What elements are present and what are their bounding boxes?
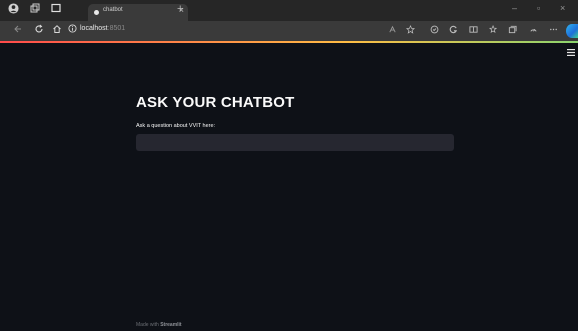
home-icon[interactable] [52, 24, 62, 39]
address-bar-url[interactable]: localhost:8501 [80, 25, 125, 32]
question-label: Ask a question about VVIT here: [136, 123, 216, 129]
read-aloud-icon[interactable] [388, 24, 397, 38]
extension-icon[interactable] [449, 24, 458, 38]
more-icon[interactable] [549, 24, 558, 38]
performance-icon[interactable] [529, 24, 538, 38]
footer-prefix: Made with [136, 322, 161, 328]
question-input[interactable] [136, 134, 454, 151]
workspaces-icon[interactable] [28, 3, 42, 18]
main-menu-icon[interactable] [567, 48, 575, 58]
collections-icon[interactable] [508, 24, 517, 38]
split-screen-icon[interactable] [469, 24, 478, 38]
url-host: localhost [80, 25, 108, 32]
info-icon[interactable] [68, 24, 77, 38]
refresh-icon[interactable] [34, 24, 44, 39]
tab-title: chatbot [103, 7, 123, 13]
app-viewport [0, 43, 578, 331]
browser-toolbar: localhost:8501 [0, 21, 578, 41]
new-tab-button[interactable]: + [177, 3, 183, 15]
active-tab[interactable]: chatbot × [88, 4, 188, 21]
streamlit-link[interactable]: Streamlit [160, 322, 181, 328]
tab-favicon-icon [94, 10, 99, 15]
back-icon[interactable] [13, 24, 23, 39]
tracking-icon[interactable] [430, 24, 439, 38]
browser-title-bar: chatbot × + – ▫ × [0, 0, 578, 21]
window-close-button[interactable]: × [560, 3, 565, 13]
tab-actions-icon[interactable] [49, 3, 63, 18]
footer: Made with Streamlit [136, 322, 182, 328]
page-title: ASK YOUR CHATBOT [136, 94, 295, 111]
favorite-icon[interactable] [406, 24, 415, 38]
edge-logo[interactable] [566, 24, 578, 38]
favorites-icon[interactable] [489, 24, 498, 38]
restore-button[interactable]: ▫ [537, 3, 540, 13]
url-port: :8501 [107, 25, 126, 32]
minimize-button[interactable]: – [512, 3, 517, 13]
profile-icon[interactable] [6, 3, 20, 18]
